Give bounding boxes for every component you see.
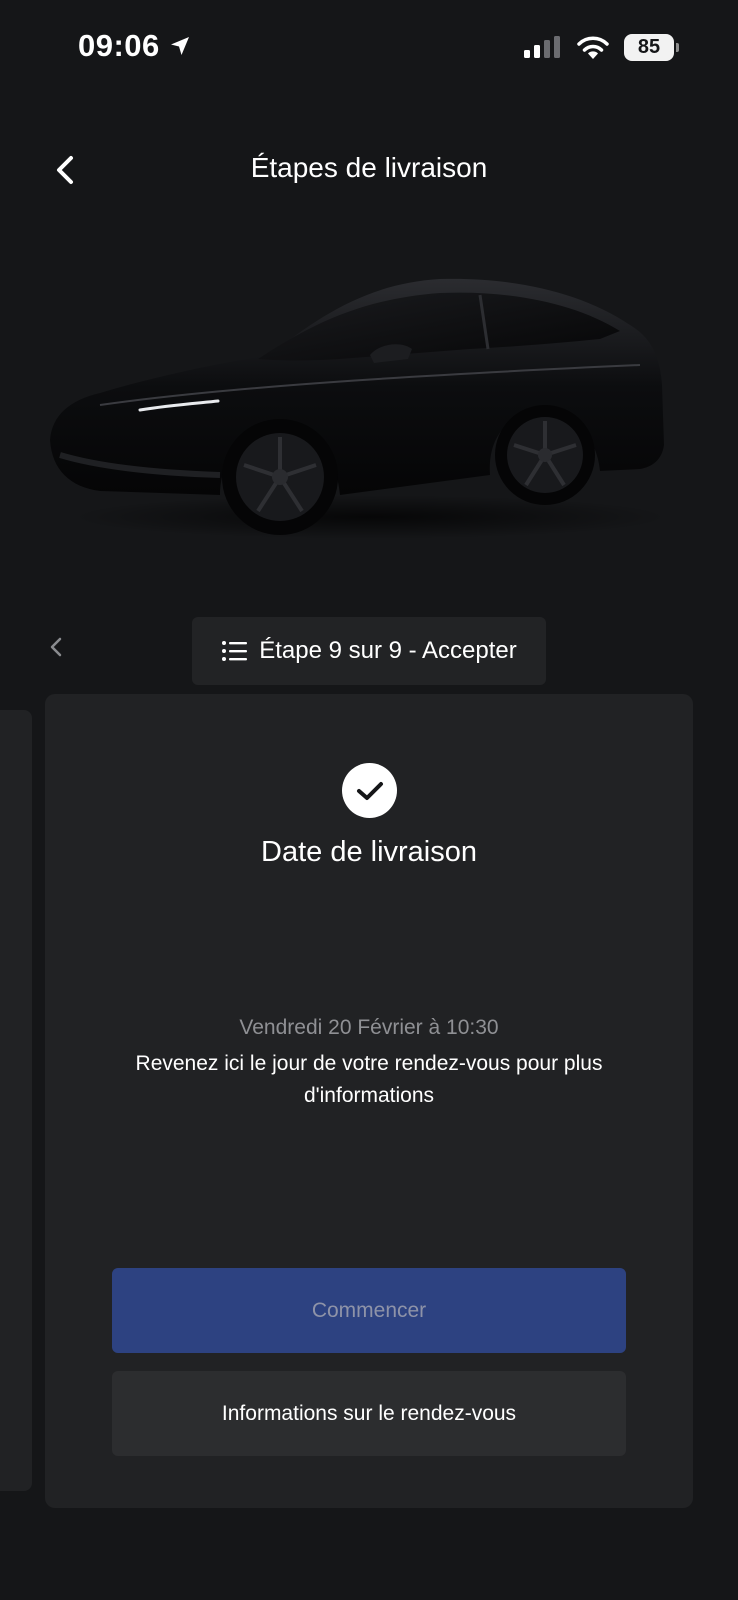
appointment-info-button[interactable]: Informations sur le rendez-vous xyxy=(112,1371,626,1456)
checkmark-icon xyxy=(356,781,383,800)
appointment-info-text: Revenez ici le jour de votre rendez-vous… xyxy=(135,1052,603,1107)
chevron-left-icon xyxy=(50,637,62,657)
status-time: 09:06 xyxy=(78,28,192,64)
previous-step-button[interactable] xyxy=(44,633,68,661)
wifi-icon xyxy=(577,36,609,59)
battery-cap xyxy=(676,43,679,52)
status-indicators: 85 xyxy=(524,34,679,61)
step-selector-button[interactable]: Étape 9 sur 9 - Accepter xyxy=(192,617,546,685)
location-arrow-icon xyxy=(170,37,189,55)
battery-indicator: 85 xyxy=(624,34,679,61)
step-label: Étape 9 sur 9 - Accepter xyxy=(259,637,517,664)
appointment-date: Vendredi 20 Février à 10:30 xyxy=(239,1016,499,1039)
card-title: Date de livraison xyxy=(261,836,477,868)
signal-icon xyxy=(524,35,560,58)
vehicle-image xyxy=(40,255,680,555)
list-icon xyxy=(222,641,248,661)
page-title: Étapes de livraison xyxy=(250,152,488,183)
clock-text: 09:06 xyxy=(78,28,160,63)
battery-level: 85 xyxy=(637,36,661,58)
previous-step-card[interactable] xyxy=(0,710,32,1491)
completed-check-badge xyxy=(342,763,397,818)
start-button[interactable]: Commencer xyxy=(112,1268,626,1353)
